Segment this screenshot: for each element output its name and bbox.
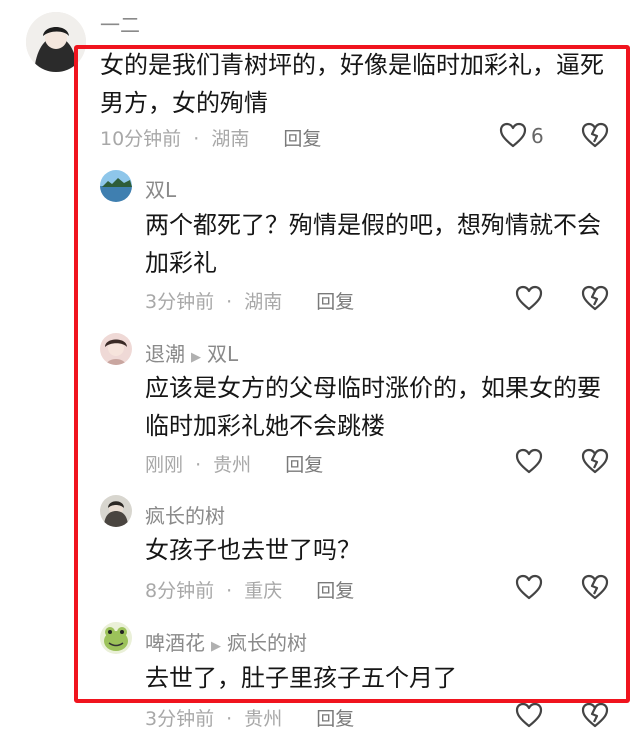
comment-time: 刚刚 (145, 454, 184, 476)
comment-time: 3分钟前 (145, 291, 215, 313)
meta-separator: · (226, 580, 233, 602)
replied-user[interactable]: 疯长的树 (227, 631, 307, 655)
comment-text-line: 男方，女的殉情 (100, 89, 268, 117)
comment-text-line: 去世了，肚子里孩子五个月了 (145, 664, 457, 692)
broken-heart-icon[interactable] (581, 448, 609, 474)
comment-text: 应该是女方的父母临时涨价的，如果女的要 临时加彩礼她不会跳楼 (145, 369, 601, 445)
triangle-right-icon: ▶ (191, 350, 201, 365)
comment-username[interactable]: 一二 (100, 9, 140, 38)
heart-outline-icon[interactable] (515, 574, 543, 600)
comment-text-line: 临时加彩礼她不会跳楼 (145, 412, 385, 440)
heart-outline-icon[interactable] (515, 285, 543, 311)
comment-text: 两个都死了？殉情是假的吧，想殉情就不会 加彩礼 (145, 206, 601, 282)
comment-text-line: 女的是我们青树坪的，好像是临时加彩礼，逼死 (100, 51, 604, 79)
broken-heart-icon[interactable] (581, 574, 609, 600)
meta-separator: · (226, 291, 233, 313)
comment-location: 贵州 (213, 454, 252, 476)
avatar[interactable] (26, 12, 86, 72)
comment-time: 10分钟前 (100, 128, 182, 150)
avatar[interactable] (100, 495, 132, 527)
comment-username[interactable]: 疯长的树 (145, 500, 225, 529)
triangle-right-icon: ▶ (211, 639, 221, 654)
comment-location: 贵州 (244, 708, 283, 730)
meta-separator: · (226, 708, 233, 730)
avatar[interactable] (100, 622, 132, 654)
avatar[interactable] (100, 333, 132, 365)
comment-username[interactable]: 双L (145, 174, 176, 203)
comment-location: 湖南 (244, 291, 283, 313)
comment-username: 退潮 ▶ 双L (145, 338, 238, 367)
comment-text-line: 两个都死了？殉情是假的吧，想殉情就不会 (145, 211, 601, 239)
reply-author[interactable]: 退潮 (145, 342, 185, 366)
comment-meta: 3分钟前 · 贵州 回复 (145, 704, 354, 731)
reply-button[interactable]: 回复 (283, 128, 321, 150)
broken-heart-icon[interactable] (581, 122, 609, 148)
comment-location: 重庆 (244, 580, 283, 602)
comment-time: 3分钟前 (145, 708, 215, 730)
comment-meta: 10分钟前 · 湖南 回复 (100, 124, 321, 151)
comment-text: 去世了，肚子里孩子五个月了 (145, 659, 457, 697)
reply-button[interactable]: 回复 (316, 291, 354, 313)
reply-button[interactable]: 回复 (285, 454, 323, 476)
comment-meta: 3分钟前 · 湖南 回复 (145, 287, 354, 314)
reply-author[interactable]: 啤酒花 (145, 631, 205, 655)
heart-outline-icon[interactable] (515, 448, 543, 474)
comment-text-line: 应该是女方的父母临时涨价的，如果女的要 (145, 374, 601, 402)
comment-location: 湖南 (211, 128, 250, 150)
comment-text-line: 女孩子也去世了吗？ (145, 536, 361, 564)
comment-text-line: 加彩礼 (145, 249, 217, 277)
reply-button[interactable]: 回复 (316, 708, 354, 730)
comment-meta: 8分钟前 · 重庆 回复 (145, 576, 354, 603)
comment-text: 女孩子也去世了吗？ (145, 531, 361, 569)
broken-heart-icon[interactable] (581, 285, 609, 311)
comment-text: 女的是我们青树坪的，好像是临时加彩礼，逼死 男方，女的殉情 (100, 46, 604, 122)
comment-username: 啤酒花 ▶ 疯长的树 (145, 627, 307, 656)
comment-time: 8分钟前 (145, 580, 215, 602)
replied-user[interactable]: 双L (207, 342, 238, 366)
comment-meta: 刚刚 · 贵州 回复 (145, 450, 323, 477)
like-count: 6 (531, 124, 544, 148)
meta-separator: · (193, 128, 200, 150)
reply-button[interactable]: 回复 (316, 580, 354, 602)
meta-separator: · (195, 454, 202, 476)
broken-heart-icon[interactable] (581, 702, 609, 728)
avatar[interactable] (100, 170, 132, 202)
heart-outline-icon[interactable] (515, 702, 543, 728)
heart-outline-icon[interactable] (499, 122, 527, 148)
